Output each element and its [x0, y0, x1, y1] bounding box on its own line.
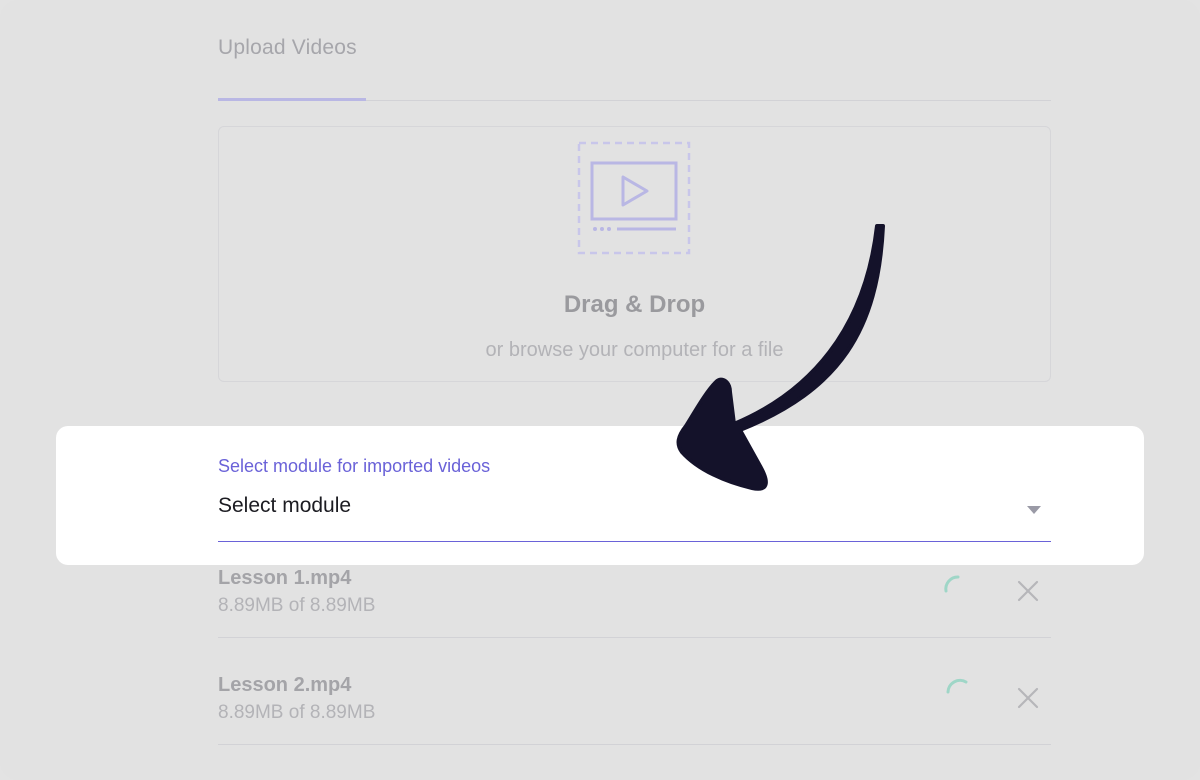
loading-spinner-icon	[944, 575, 960, 593]
tab-upload-videos[interactable]: Upload Videos	[218, 36, 357, 60]
video-icon	[577, 141, 691, 255]
file-row: Lesson 2.mp4 8.89MB of 8.89MB	[218, 638, 1051, 745]
module-select-card: Select module for imported videos Select…	[56, 426, 1144, 565]
file-name: Lesson 2.mp4	[218, 674, 352, 696]
dropzone-title: Drag & Drop	[563, 291, 706, 318]
tab-bar: Upload Videos	[218, 0, 1051, 101]
active-tab-indicator	[218, 98, 366, 101]
browse-files-link[interactable]: or browse your computer for a file	[219, 339, 1050, 362]
loading-spinner-icon	[946, 678, 968, 694]
close-icon[interactable]	[1016, 686, 1040, 710]
file-size: 8.89MB of 8.89MB	[218, 702, 376, 723]
video-dropzone[interactable]: Drag & Drop or browse your computer for …	[218, 126, 1051, 382]
close-icon[interactable]	[1016, 579, 1040, 603]
module-select-label: Select module for imported videos	[218, 456, 491, 476]
chevron-down-icon	[1027, 506, 1041, 514]
module-select-dropdown[interactable]: Select module	[218, 490, 1051, 542]
app-frame: Upload Videos Drag & Drop or browse your…	[0, 0, 1200, 780]
file-name: Lesson 1.mp4	[218, 567, 352, 589]
module-select-value: Select module	[218, 494, 352, 517]
file-size: 8.89MB of 8.89MB	[218, 595, 376, 616]
